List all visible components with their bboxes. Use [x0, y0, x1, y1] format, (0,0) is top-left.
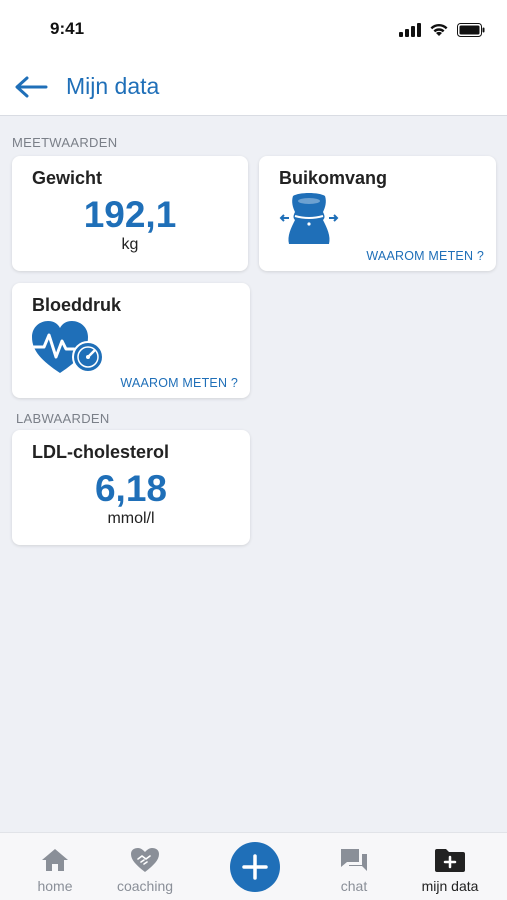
page-title: Mijn data — [66, 73, 160, 99]
weight-unit: kg — [121, 236, 139, 253]
status-icons — [399, 22, 485, 37]
status-bar: 9:41 — [0, 0, 507, 58]
waist-card[interactable]: Buikomvang WAAROM METEN ? — [259, 156, 496, 271]
arrow-left-icon — [15, 76, 48, 98]
chat-icon — [339, 847, 369, 873]
tab-chat[interactable]: chat — [324, 833, 384, 900]
home-icon — [41, 847, 69, 873]
tab-home[interactable]: home — [24, 833, 86, 900]
section-label-lab: LABWAARDEN — [16, 411, 110, 426]
battery-icon — [457, 22, 485, 37]
tab-mijn-data-label: mijn data — [421, 878, 479, 894]
weight-value: 192,1 — [83, 194, 177, 235]
wifi-icon — [430, 23, 448, 36]
signal-icon — [399, 22, 421, 37]
section-label-measurements: MEETWAARDEN — [12, 135, 118, 150]
folder-plus-icon — [434, 847, 466, 873]
waist-measure-icon — [279, 192, 339, 253]
blood-pressure-card-title: Bloeddruk — [32, 295, 122, 315]
tab-mijn-data[interactable]: mijn data — [414, 833, 486, 900]
blood-pressure-why-link[interactable]: WAAROM METEN ? — [120, 376, 238, 390]
ldl-card[interactable]: LDL-cholesterol 6,18 mmol/l — [12, 430, 250, 545]
heart-handshake-icon — [130, 847, 160, 873]
weight-card[interactable]: Gewicht 192,1 kg — [12, 156, 248, 271]
back-button[interactable] — [12, 70, 50, 104]
ldl-card-title: LDL-cholesterol — [32, 442, 170, 462]
heart-pressure-icon — [30, 319, 108, 382]
ldl-value: 6,18 — [94, 468, 167, 509]
waist-card-title: Buikomvang — [279, 168, 388, 188]
app-header: Mijn data — [0, 58, 507, 116]
tab-coaching[interactable]: coaching — [110, 833, 180, 900]
blood-pressure-card[interactable]: Bloeddruk WAAROM METEN ? — [12, 283, 250, 398]
add-button[interactable] — [230, 842, 280, 892]
tab-home-label: home — [37, 878, 73, 894]
weight-card-title: Gewicht — [32, 168, 103, 188]
tab-coaching-label: coaching — [116, 878, 174, 894]
ldl-unit: mmol/l — [107, 510, 155, 527]
status-time: 9:41 — [50, 19, 85, 38]
tab-chat-label: chat — [340, 878, 368, 894]
plus-icon — [242, 854, 268, 880]
waist-why-link[interactable]: WAAROM METEN ? — [366, 249, 484, 263]
